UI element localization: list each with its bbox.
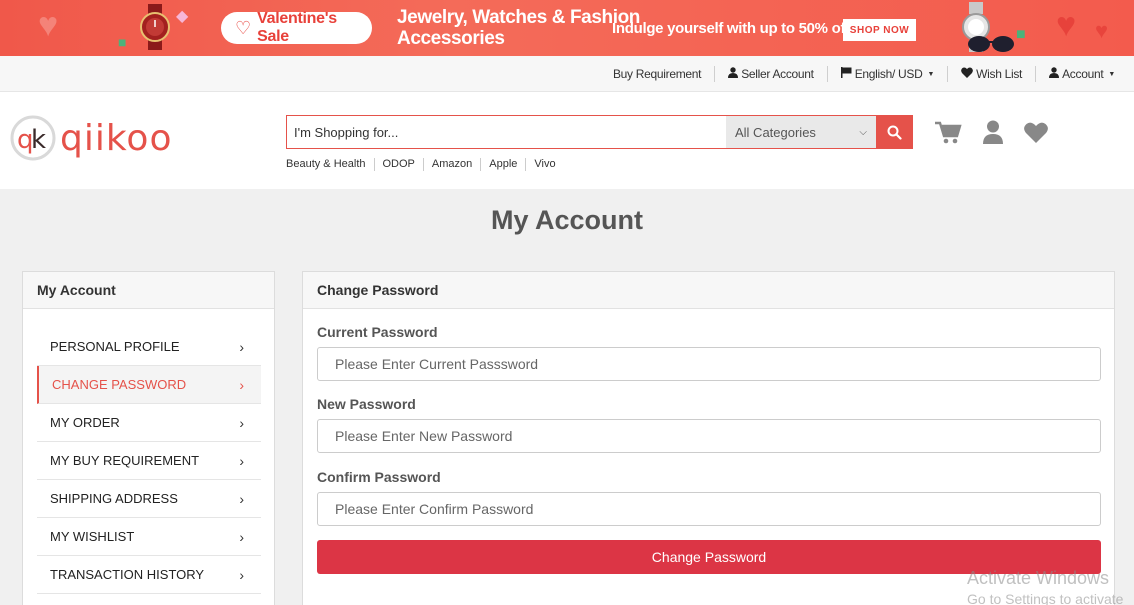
sidebar-item-personal-profile[interactable]: PERSONAL PROFILE › [37, 328, 261, 366]
sidebar-item-label: PERSONAL PROFILE [50, 339, 180, 354]
confirm-password-field[interactable] [317, 492, 1101, 526]
user-icon [1049, 67, 1060, 81]
user-icon[interactable] [983, 120, 1003, 144]
sidebar-item-label: TRANSACTION HISTORY [50, 567, 205, 582]
flag-icon [840, 67, 852, 81]
watermark-title: Activate Windows [967, 568, 1110, 588]
account-sidebar: My Account PERSONAL PROFILE › CHANGE PAS… [22, 271, 275, 605]
caret-down-icon: ▼ [1108, 70, 1115, 78]
site-logo[interactable]: q k qiikoo [10, 114, 172, 162]
wish-list-label: Wish List [976, 67, 1023, 81]
current-password-field[interactable] [317, 347, 1101, 381]
heart-icon: ♡ [235, 18, 252, 38]
category-selected-label: All Categories [735, 124, 816, 140]
chevron-right-icon: › [239, 376, 244, 393]
seller-account-label: Seller Account [741, 67, 814, 81]
chevron-right-icon: › [239, 452, 244, 469]
gift-decoration-icon: ■ [1016, 26, 1026, 43]
sidebar-item-my-order[interactable]: MY ORDER › [37, 404, 261, 442]
seller-account-link[interactable]: Seller Account [714, 66, 827, 82]
offer-text: Indulge yourself with up to 50% off [612, 20, 850, 37]
headline-line2: Accessories [397, 28, 505, 49]
language-currency-dropdown[interactable]: English/ USD ▼ [826, 66, 947, 82]
heart-decoration-icon: ♥ [1056, 6, 1077, 44]
gift-decoration-icon: ■ [118, 34, 127, 50]
quick-link[interactable]: Apple [480, 158, 525, 171]
language-currency-label: English/ USD [854, 67, 923, 81]
page-title: My Account [490, 205, 643, 235]
current-password-label: Current Password [317, 324, 438, 340]
watch-image [140, 4, 170, 50]
account-dropdown[interactable]: Account ▼ [1035, 66, 1128, 82]
heart-icon [961, 67, 973, 81]
quick-link[interactable]: Beauty & Health [286, 158, 374, 171]
sidebar-item-transaction-history[interactable]: TRANSACTION HISTORY › [37, 556, 261, 594]
chevron-right-icon: › [239, 414, 244, 431]
search-input[interactable] [286, 115, 726, 149]
quick-link[interactable]: Vivo [525, 158, 563, 171]
promo-banner[interactable]: ♥ ♥ ♥ ◆ ■ ♡ Valentine's Sale Jewelry, Wa… [0, 0, 1134, 56]
search-icon [887, 125, 902, 140]
sidebar-item-my-wishlist[interactable]: MY WISHLIST › [37, 518, 261, 556]
buy-requirement-label: Buy Requirement [612, 67, 702, 81]
sidebar-item-label: MY BUY REQUIREMENT [50, 453, 200, 468]
sale-badge: ♡ Valentine's Sale [221, 10, 372, 45]
confirm-password-label: Confirm Password [317, 469, 441, 485]
new-password-field[interactable] [317, 419, 1101, 453]
change-password-panel: Change Password Current Password New Pas… [302, 271, 1115, 605]
chevron-right-icon: › [239, 566, 244, 583]
chevron-right-icon: › [239, 490, 244, 507]
sunglasses-image [968, 36, 1014, 52]
sidebar-item-label: MY ORDER [50, 415, 120, 430]
svg-text:k: k [31, 125, 46, 155]
banner-headline: Jewelry, Watches & Fashion Accessories [397, 7, 640, 49]
sidebar-item-label: SHIPPING ADDRESS [50, 491, 178, 506]
chevron-right-icon: › [239, 528, 244, 545]
chevron-down-icon: ⌵ [859, 126, 867, 138]
cart-icon[interactable] [935, 121, 962, 145]
search-button[interactable] [876, 115, 913, 149]
sidebar-item-my-buy-requirement[interactable]: MY BUY REQUIREMENT › [37, 442, 261, 480]
logo-text: qiikoo [60, 117, 173, 159]
utility-links: Buy Requirement Seller Account English/ … [600, 56, 1128, 92]
heart-decoration-icon: ♥ [38, 6, 59, 44]
site-header: q k qiikoo All Categories ⌵ Beauty & Hea… [0, 92, 1134, 189]
account-label: Account [1062, 67, 1104, 81]
quick-links: Beauty & Health ODOP Amazon Apple Vivo [286, 158, 564, 171]
user-icon [728, 67, 739, 81]
caret-down-icon: ▼ [927, 70, 935, 78]
utility-bar: Buy Requirement Seller Account English/ … [0, 56, 1134, 92]
heart-decoration-icon: ♥ [1095, 18, 1109, 43]
chevron-right-icon: › [239, 338, 244, 355]
quick-link[interactable]: ODOP [373, 158, 423, 171]
gem-decoration-icon: ◆ [176, 8, 189, 25]
sidebar-item-change-password[interactable]: CHANGE PASSWORD › [37, 366, 261, 404]
sidebar-item-shipping-address[interactable]: SHIPPING ADDRESS › [37, 480, 261, 518]
logo-mark-icon: q k [10, 115, 56, 161]
heart-icon[interactable] [1024, 122, 1048, 143]
quick-link[interactable]: Amazon [422, 158, 480, 171]
new-password-label: New Password [317, 396, 416, 412]
wish-list-link[interactable]: Wish List [947, 66, 1035, 82]
headline-line1: Jewelry, Watches & Fashion [397, 7, 641, 28]
sidebar-item-label: CHANGE PASSWORD [52, 377, 187, 392]
sidebar-item-label: MY WISHLIST [50, 529, 135, 544]
shop-now-button[interactable]: SHOP NOW [843, 19, 916, 41]
sidebar-heading: My Account [23, 272, 274, 309]
search-bar: All Categories ⌵ [286, 115, 913, 149]
sale-label: Valentine's Sale [257, 10, 337, 45]
category-select[interactable]: All Categories ⌵ [726, 115, 876, 149]
sidebar-menu: PERSONAL PROFILE › CHANGE PASSWORD › MY … [23, 309, 274, 594]
watermark-subtitle: Go to Settings to activate [967, 591, 1124, 605]
buy-requirement-link[interactable]: Buy Requirement [600, 66, 714, 82]
panel-heading: Change Password [303, 272, 1114, 309]
activation-watermark: Activate Windows Go to Settings to activ… [967, 568, 1123, 605]
